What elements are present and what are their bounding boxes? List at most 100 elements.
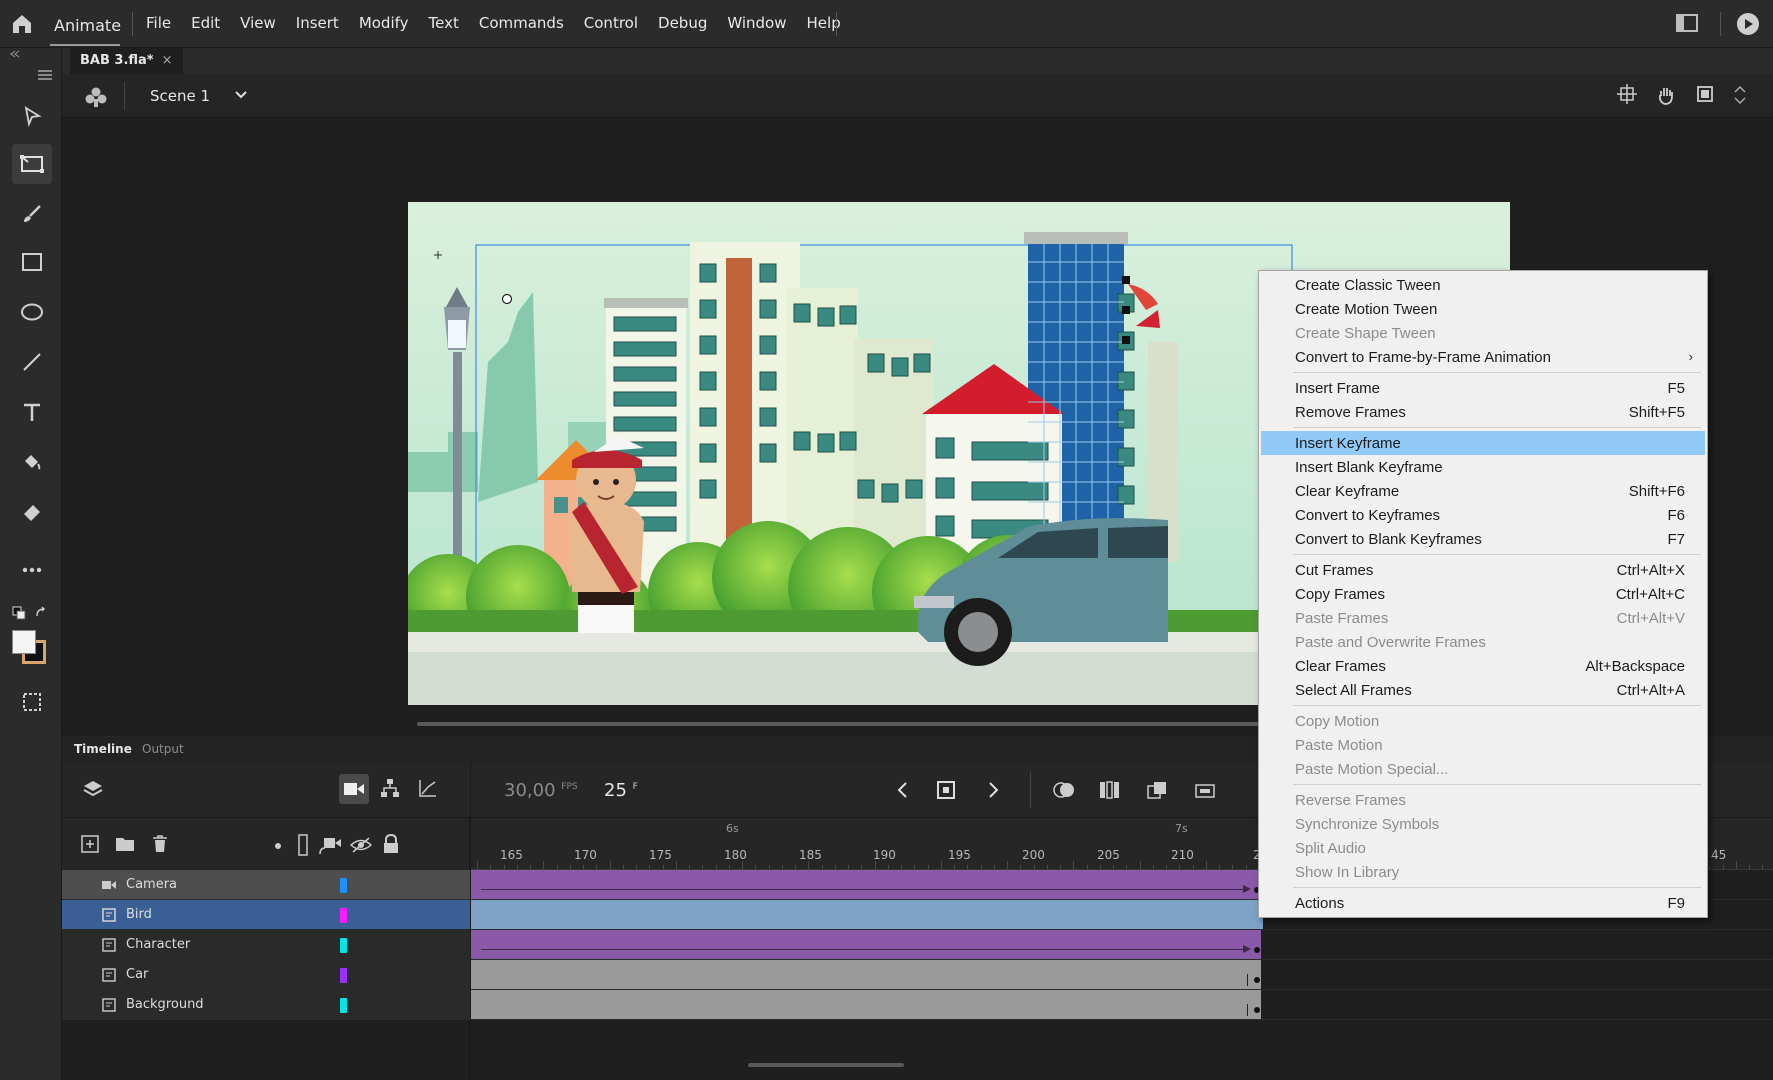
- eraser-tool[interactable]: [12, 492, 52, 532]
- next-frame-icon[interactable]: [984, 780, 1002, 800]
- menu-item-insert-frame[interactable]: Insert Frame F5: [1261, 376, 1705, 400]
- workspace-layout-icon[interactable]: [1676, 14, 1698, 32]
- paint-bucket-tool[interactable]: [12, 442, 52, 482]
- menu-control[interactable]: Control: [584, 14, 638, 32]
- rectangle-tool[interactable]: [12, 242, 52, 282]
- menu-item-select-all-frames[interactable]: Select All Frames Ctrl+Alt+A: [1261, 678, 1705, 702]
- menu-edit[interactable]: Edit: [191, 14, 220, 32]
- menu-item-convert-to-keyframes[interactable]: Convert to Keyframes F6: [1261, 503, 1705, 527]
- menu-item-convert-to-blank-keyframes[interactable]: Convert to Blank Keyframes F7: [1261, 527, 1705, 551]
- app-name[interactable]: Animate: [54, 16, 121, 35]
- delete-layer-icon[interactable]: [150, 834, 170, 854]
- frame-row-character[interactable]: [471, 930, 1773, 960]
- more-tools[interactable]: [12, 550, 52, 590]
- layer-row-bird[interactable]: Bird: [62, 900, 470, 930]
- graph-easing-icon[interactable]: [418, 778, 438, 798]
- chevron-down-icon[interactable]: [234, 88, 248, 102]
- new-folder-icon[interactable]: [114, 834, 136, 854]
- lock-all-icon[interactable]: [382, 834, 400, 854]
- layer-row-car[interactable]: Car: [62, 960, 470, 990]
- edit-toolbar[interactable]: [12, 682, 52, 722]
- clip-content-icon[interactable]: [1695, 84, 1715, 104]
- menu-item-actions[interactable]: Actions F9: [1261, 891, 1705, 915]
- tween-arrow: [481, 889, 1243, 890]
- timeline-horizontal-scrollbar[interactable]: [748, 1063, 904, 1067]
- menu-window[interactable]: Window: [727, 14, 786, 32]
- attach-camera-icon[interactable]: [318, 834, 342, 856]
- insert-classic-tween-icon[interactable]: [1146, 780, 1168, 800]
- insert-shape-tween-icon[interactable]: [1194, 780, 1216, 800]
- frame-context-menu: Create Classic Tween Create Motion Tween C…: [1258, 270, 1708, 918]
- swap-colors-icon[interactable]: [34, 606, 48, 620]
- menu-commands[interactable]: Commands: [479, 14, 564, 32]
- motion-tween-span[interactable]: [471, 930, 1261, 959]
- menu-item-clear-keyframe[interactable]: Clear Keyframe Shift+F6: [1261, 479, 1705, 503]
- selection-tool[interactable]: [12, 96, 52, 136]
- default-colors-icon[interactable]: [12, 606, 26, 620]
- menu-file[interactable]: File: [146, 14, 171, 32]
- static-frame-span[interactable]: [471, 960, 1261, 989]
- menu-item-remove-frames[interactable]: Remove Frames Shift+F5: [1261, 400, 1705, 424]
- layer-parenting-icon[interactable]: [380, 778, 400, 798]
- keyframe-dot[interactable]: [1254, 977, 1260, 983]
- panel-menu-icon[interactable]: [38, 70, 52, 80]
- static-frame-span[interactable]: [471, 990, 1261, 1019]
- close-tab-icon[interactable]: ×: [162, 53, 173, 68]
- collapse-panel-icon[interactable]: [10, 50, 20, 58]
- stop-icon[interactable]: [936, 780, 956, 800]
- camera-toggle[interactable]: [339, 774, 369, 804]
- menu-item-cut-frames[interactable]: Cut Frames Ctrl+Alt+X: [1261, 558, 1705, 582]
- layer-color-swatch[interactable]: [340, 998, 347, 1013]
- keyframe-dot[interactable]: [1254, 947, 1260, 953]
- menu-item-copy-frames[interactable]: Copy Frames Ctrl+Alt+C: [1261, 582, 1705, 606]
- edit-multiple-frames-icon[interactable]: [1098, 780, 1120, 800]
- menu-view[interactable]: View: [240, 14, 276, 32]
- layer-color-swatch[interactable]: [340, 908, 347, 923]
- text-tool[interactable]: [12, 392, 52, 432]
- document-tab[interactable]: BAB 3.fla* ×: [70, 48, 183, 74]
- zoom-stepper-icon[interactable]: [1733, 84, 1747, 106]
- fps-readout[interactable]: 30,00 FPS: [504, 780, 578, 801]
- tab-output[interactable]: Output: [142, 742, 184, 756]
- new-layer-icon[interactable]: [80, 834, 100, 854]
- frame-row-car[interactable]: [471, 960, 1773, 990]
- layer-color-swatch[interactable]: [340, 938, 347, 953]
- tab-timeline[interactable]: Timeline: [74, 742, 132, 756]
- menu-debug[interactable]: Debug: [658, 14, 707, 32]
- layers-icon[interactable]: [82, 778, 104, 800]
- motion-tween-span[interactable]: [471, 870, 1261, 899]
- oval-tool[interactable]: [12, 292, 52, 332]
- center-stage-icon[interactable]: [1617, 84, 1637, 104]
- menu-item-create-motion-tween[interactable]: Create Motion Tween: [1261, 297, 1705, 321]
- scene-name[interactable]: Scene 1: [150, 87, 210, 105]
- onion-skin-icon[interactable]: [1052, 780, 1076, 800]
- layer-row-camera[interactable]: Camera: [62, 870, 470, 900]
- menu-item-convert-to-frame-by-frame-animation[interactable]: Convert to Frame-by-Frame Animation ›: [1261, 345, 1705, 369]
- menu-item-insert-blank-keyframe[interactable]: Insert Blank Keyframe: [1261, 455, 1705, 479]
- selected-frame-span[interactable]: [471, 900, 1263, 929]
- menu-text[interactable]: Text: [429, 14, 459, 32]
- menu-item-clear-frames[interactable]: Clear Frames Alt+Backspace: [1261, 654, 1705, 678]
- home-icon[interactable]: [10, 12, 34, 36]
- frame-row-background[interactable]: [471, 990, 1773, 1020]
- layer-color-swatch[interactable]: [340, 968, 347, 983]
- test-movie-play-icon[interactable]: [1736, 12, 1760, 36]
- menu-modify[interactable]: Modify: [359, 14, 409, 32]
- highlight-layers-dot-icon[interactable]: [274, 842, 282, 850]
- menu-item-create-classic-tween[interactable]: Create Classic Tween: [1261, 273, 1705, 297]
- menu-item-insert-keyframe[interactable]: Insert Keyframe: [1261, 431, 1705, 455]
- line-tool[interactable]: [12, 342, 52, 382]
- previous-frame-icon[interactable]: [894, 780, 912, 800]
- camera-tool[interactable]: [12, 144, 52, 184]
- hand-rotate-icon[interactable]: [1655, 84, 1677, 106]
- keyframe-dot[interactable]: [1254, 1007, 1260, 1013]
- layer-row-character[interactable]: Character: [62, 930, 470, 960]
- layer-color-swatch[interactable]: [340, 878, 347, 893]
- menu-insert[interactable]: Insert: [296, 14, 339, 32]
- show-hide-all-eye-icon[interactable]: [350, 836, 372, 854]
- current-frame-readout[interactable]: 25 F: [604, 780, 638, 801]
- outline-toggle-icon[interactable]: [298, 834, 308, 856]
- stroke-fill-color-swatch[interactable]: [12, 630, 50, 668]
- brush-tool[interactable]: [12, 194, 52, 234]
- layer-row-background[interactable]: Background: [62, 990, 470, 1020]
